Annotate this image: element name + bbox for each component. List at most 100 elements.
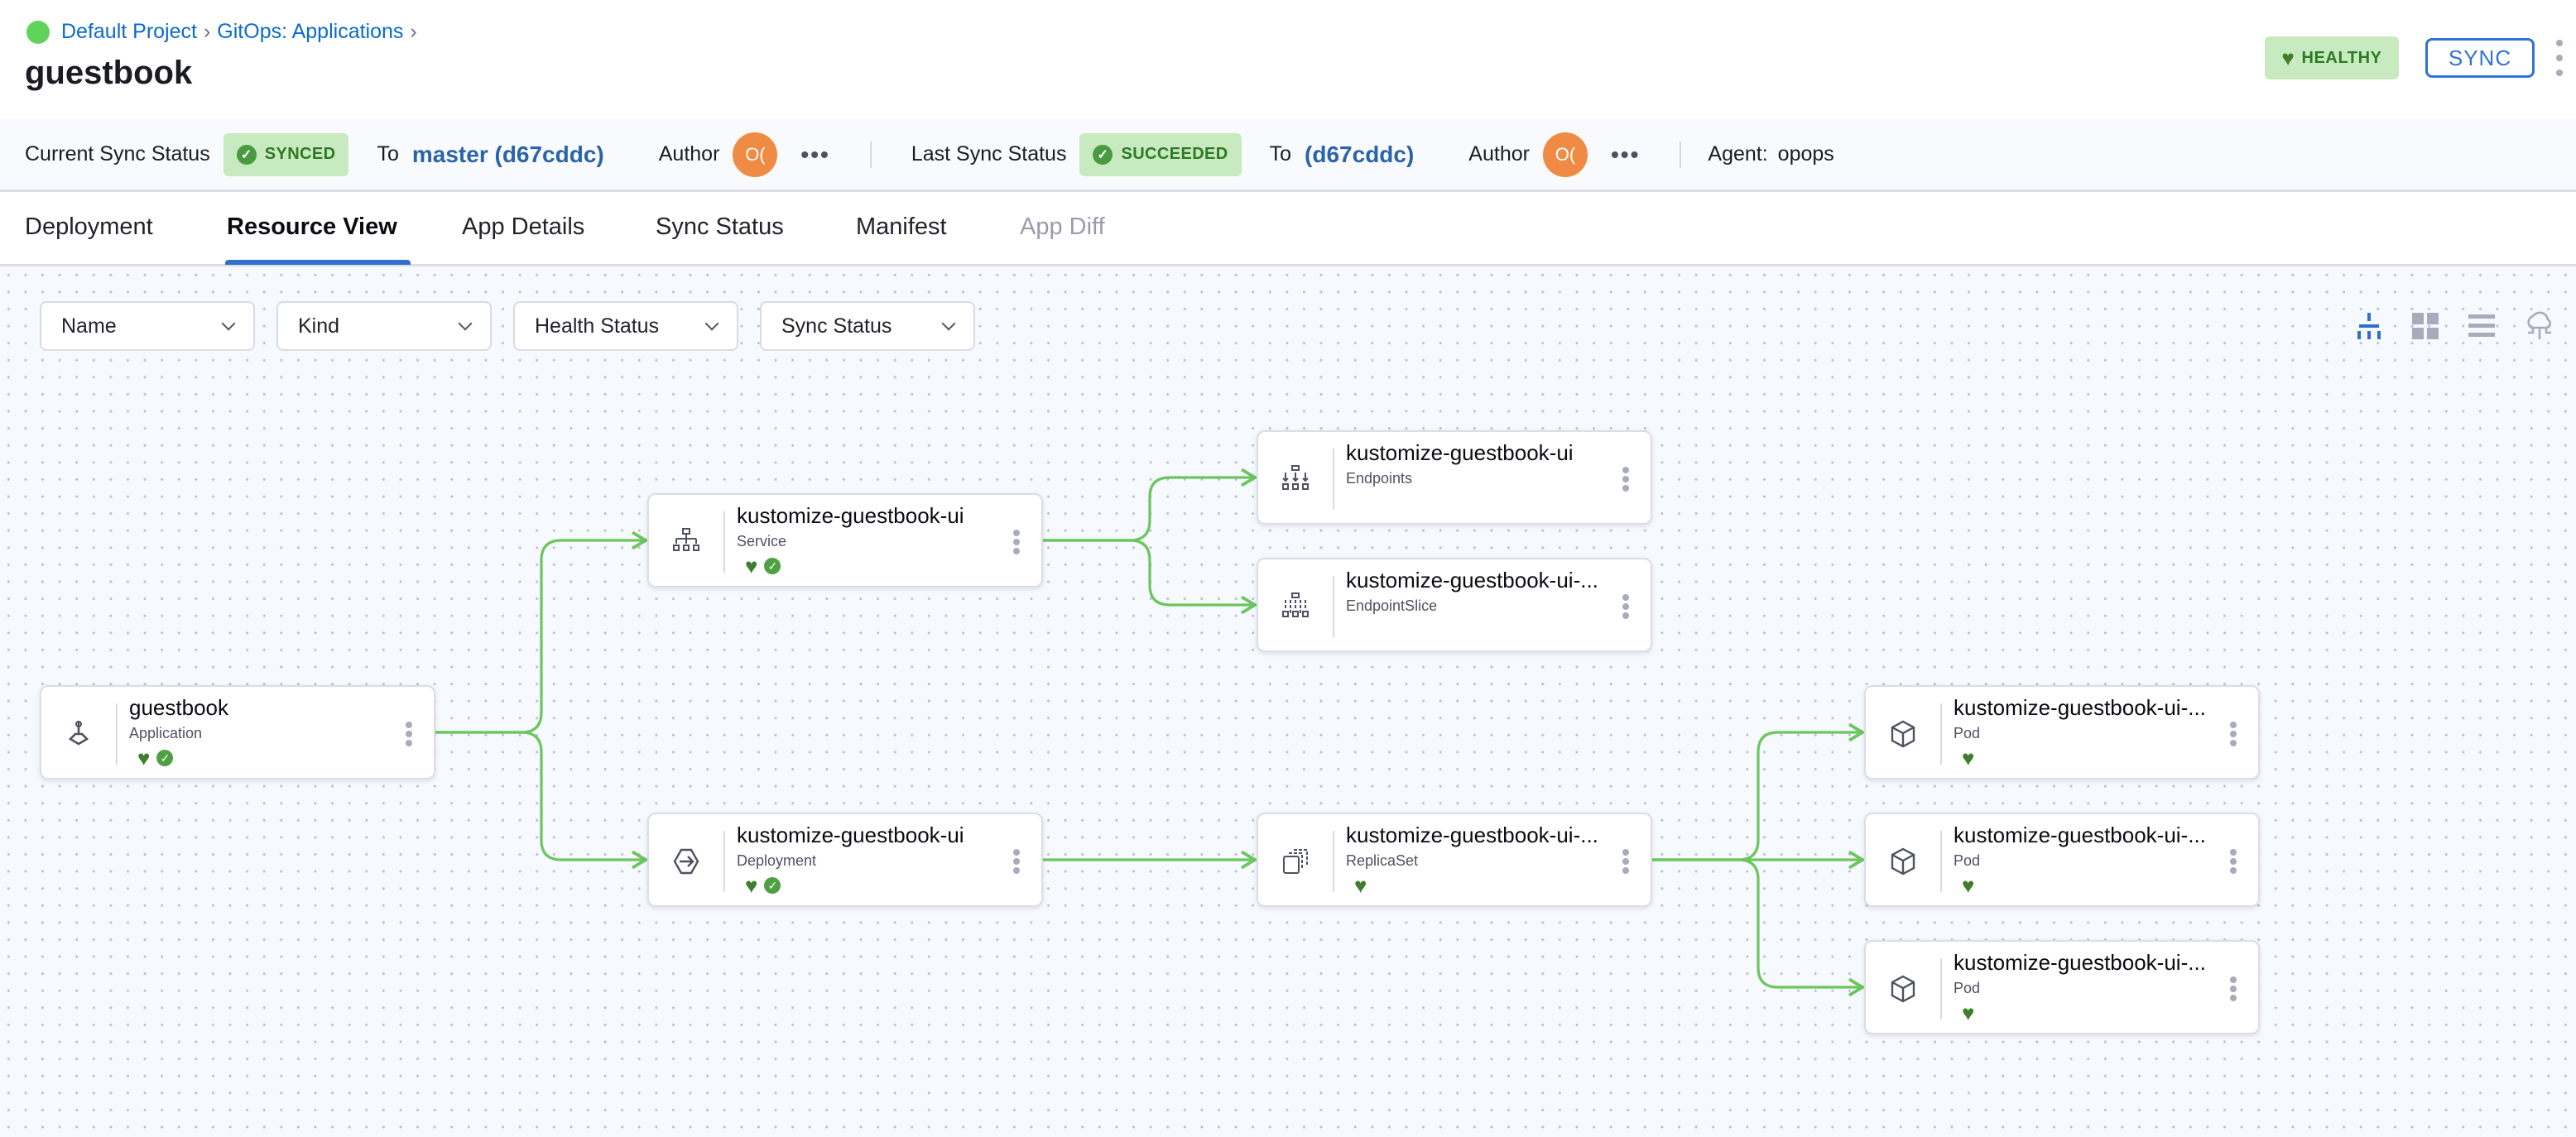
resource-kind: Pod xyxy=(1954,980,1981,996)
resource-status: ♥ xyxy=(1962,1000,1975,1025)
health-status-filter-dropdown[interactable]: Health Status xyxy=(513,301,738,351)
deployment-icon xyxy=(649,814,723,909)
pod-icon xyxy=(1866,687,1940,781)
resource-node-replicaset[interactable]: kustomize-guestbook-ui-... ReplicaSet ♥ xyxy=(1257,813,1652,907)
health-badge-label: HEALTHY xyxy=(2301,48,2382,67)
resource-name: guestbook xyxy=(129,695,228,720)
node-menu-icon[interactable] xyxy=(1013,530,1020,554)
chevron-right-icon: › xyxy=(203,20,211,43)
list-icon[interactable] xyxy=(2467,311,2497,341)
more-dots-icon[interactable]: ••• xyxy=(1611,142,1640,168)
resource-kind: EndpointSlice xyxy=(1346,597,1438,614)
resource-node-endpointslice[interactable]: kustomize-guestbook-ui-... EndpointSlice xyxy=(1257,558,1652,652)
tab-manifest[interactable]: Manifest xyxy=(856,213,947,241)
heart-icon: ♥ xyxy=(1354,873,1367,898)
chevron-down-icon xyxy=(458,316,473,331)
sync-status-bar: Current Sync Status ✓ SYNCED To master (d… xyxy=(0,119,2576,192)
filter-label: Name xyxy=(61,314,117,338)
heart-icon: ♥ xyxy=(745,554,758,578)
node-menu-icon[interactable] xyxy=(1013,849,1020,874)
endpointslice-icon xyxy=(1258,559,1333,654)
author-label: Author xyxy=(1468,142,1530,166)
divider xyxy=(723,511,725,573)
current-sync-label: Current Sync Status xyxy=(25,142,210,166)
node-menu-icon[interactable] xyxy=(2230,976,2237,1001)
resource-status: ♥ xyxy=(1354,873,1367,898)
tab-app-details[interactable]: App Details xyxy=(462,213,584,241)
resource-graph-canvas[interactable]: Name Kind Health Status Sync Status gues… xyxy=(0,266,2576,1137)
resource-node-service[interactable]: kustomize-guestbook-ui Service ♥ ✓ xyxy=(647,493,1043,588)
agent-value: opops xyxy=(1777,142,1834,166)
divider xyxy=(1333,576,1334,637)
resource-kind: Pod xyxy=(1954,852,1981,869)
heart-icon: ♥ xyxy=(1962,1000,1975,1025)
edge-app-dep xyxy=(435,731,649,870)
edge-app-svc xyxy=(435,530,649,734)
more-dots-icon[interactable]: ••• xyxy=(800,142,829,168)
chevron-right-icon: › xyxy=(410,20,417,43)
last-revision-link[interactable]: (d67cddc) xyxy=(1305,142,1414,168)
succeeded-badge-label: SUCCEEDED xyxy=(1121,145,1228,163)
tab-app-diff: App Diff xyxy=(1020,213,1105,240)
resource-name: kustomize-guestbook-ui-... xyxy=(1346,823,1598,847)
resource-name: kustomize-guestbook-ui-... xyxy=(1346,568,1598,592)
resource-name: kustomize-guestbook-ui xyxy=(1346,440,1574,465)
tab-sync-status[interactable]: Sync Status xyxy=(656,213,784,241)
synced-badge: ✓ SYNCED xyxy=(223,132,349,176)
resource-name: kustomize-guestbook-ui-... xyxy=(1954,950,2206,975)
heart-icon: ♥ xyxy=(2281,46,2295,70)
filter-label: Health Status xyxy=(535,314,660,338)
tab-deployment[interactable]: Deployment xyxy=(25,213,153,241)
node-menu-icon[interactable] xyxy=(1622,849,1629,874)
breadcrumb-project[interactable]: Default Project xyxy=(61,20,197,44)
current-revision-link[interactable]: master (d67cddc) xyxy=(412,142,604,168)
chevron-down-icon xyxy=(704,316,719,331)
node-menu-icon[interactable] xyxy=(1622,467,1629,492)
edge-rs-pod1 xyxy=(1652,722,1866,861)
view-mode-switcher xyxy=(2354,309,2556,343)
breadcrumb-applications[interactable]: GitOps: Applications xyxy=(217,20,403,44)
resource-name: kustomize-guestbook-ui xyxy=(737,503,964,528)
resource-status: ♥ ✓ xyxy=(745,554,781,578)
kind-filter-dropdown[interactable]: Kind xyxy=(276,301,492,351)
node-menu-icon[interactable] xyxy=(2230,849,2237,874)
divider xyxy=(1940,958,1942,1019)
filter-label: Sync Status xyxy=(781,314,892,338)
resource-node-pod[interactable]: kustomize-guestbook-ui-... Pod ♥ xyxy=(1864,685,2260,780)
sync-button[interactable]: SYNC xyxy=(2425,38,2535,78)
divider xyxy=(116,703,118,765)
divider xyxy=(1940,831,1942,892)
resource-kind: ReplicaSet xyxy=(1346,852,1419,869)
sync-status-filter-dropdown[interactable]: Sync Status xyxy=(760,301,975,351)
resource-status: ♥ ✓ xyxy=(745,873,781,898)
divider xyxy=(869,141,872,168)
node-menu-icon[interactable] xyxy=(2230,722,2237,746)
heart-icon: ♥ xyxy=(137,746,151,770)
resource-node-application[interactable]: guestbook Application ♥ ✓ xyxy=(40,685,435,780)
resource-name: kustomize-guestbook-ui-... xyxy=(1954,823,2206,847)
resource-node-deployment[interactable]: kustomize-guestbook-ui Deployment ♥ ✓ xyxy=(647,813,1043,907)
resource-node-pod[interactable]: kustomize-guestbook-ui-... Pod ♥ xyxy=(1864,940,2260,1034)
more-options-icon[interactable] xyxy=(2553,40,2566,76)
node-menu-icon[interactable] xyxy=(1622,594,1629,619)
node-menu-icon[interactable] xyxy=(406,722,412,746)
resource-kind: Endpoints xyxy=(1346,470,1413,487)
check-circle-icon: ✓ xyxy=(236,144,257,165)
tree-icon[interactable] xyxy=(2354,311,2384,341)
resource-status: ♥ xyxy=(1962,875,1974,896)
tab-resource-view[interactable]: Resource View xyxy=(225,213,411,264)
resource-node-endpoints[interactable]: kustomize-guestbook-ui Endpoints xyxy=(1257,430,1652,525)
grid-icon[interactable] xyxy=(2410,311,2440,341)
name-filter-dropdown[interactable]: Name xyxy=(40,301,255,351)
last-sync-label: Last Sync Status xyxy=(911,142,1067,166)
heart-icon: ♥ xyxy=(745,873,758,898)
resource-status: ♥ xyxy=(1962,747,1974,769)
resource-node-pod[interactable]: kustomize-guestbook-ui-... Pod ♥ xyxy=(1864,813,2260,907)
network-cloud-icon[interactable] xyxy=(2523,309,2556,343)
chevron-down-icon xyxy=(941,316,956,331)
author-label: Author xyxy=(658,142,720,166)
edge-rs-pod3 xyxy=(1652,858,1866,997)
divider xyxy=(723,831,725,892)
endpoints-icon xyxy=(1258,432,1333,526)
divider xyxy=(1680,141,1682,168)
